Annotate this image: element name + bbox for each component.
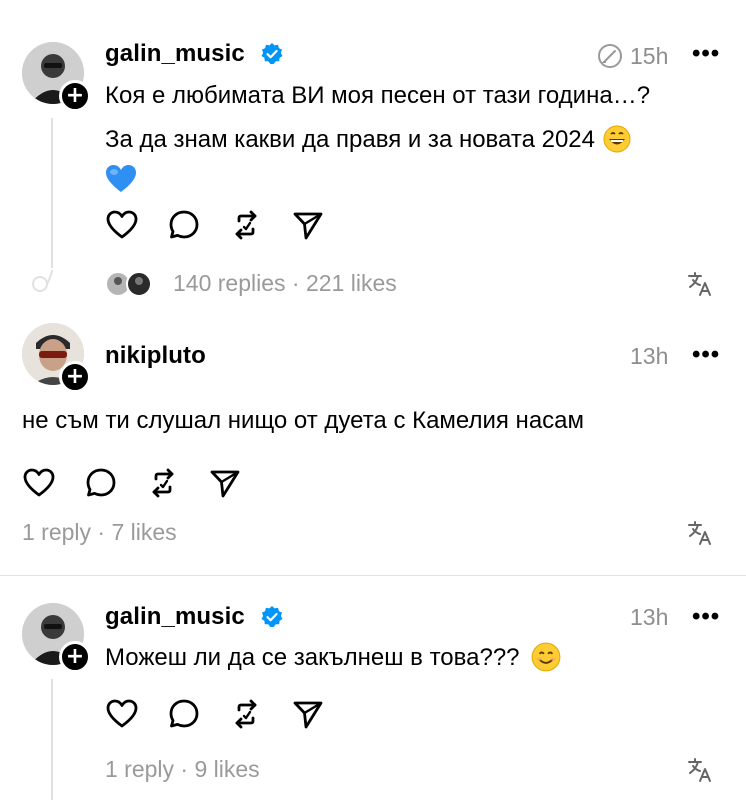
action-bar (105, 208, 325, 242)
post-stats[interactable]: 1 reply · 7 likes (22, 519, 177, 546)
post-time: 13h (630, 604, 669, 630)
thread-line (51, 118, 53, 268)
post-time: 13h (630, 343, 669, 369)
follow-plus-icon[interactable]: + (59, 641, 91, 673)
reply-bubble-icon[interactable] (84, 466, 118, 500)
more-options-button[interactable]: ••• (692, 40, 720, 68)
follow-plus-icon[interactable]: + (59, 80, 91, 112)
post-stats[interactable]: 1 reply · 9 likes (105, 756, 260, 783)
thread-line (51, 679, 53, 800)
follow-plus-icon[interactable]: + (59, 361, 91, 393)
like-heart-icon[interactable] (105, 208, 139, 242)
reply-bubble-icon[interactable] (167, 208, 201, 242)
post-text-line-2: За да знам какви да правя и за новата 20… (105, 122, 725, 158)
verified-badge-icon (261, 43, 283, 64)
post-text: Коя е любимата ВИ моя песен от тази годи… (105, 78, 725, 196)
reply-avatars (105, 270, 157, 298)
username[interactable]: galin_music (105, 40, 245, 68)
more-options-button[interactable]: ••• (692, 341, 720, 369)
username[interactable]: nikipluto (105, 342, 206, 370)
action-bar (22, 466, 242, 500)
thread-loop-icon (32, 270, 53, 292)
share-send-icon[interactable] (291, 697, 325, 731)
post-text: не съм ти слушал нищо от дуета с Камелия… (22, 407, 585, 434)
repost-icon[interactable] (229, 208, 263, 242)
share-send-icon[interactable] (291, 208, 325, 242)
smiling-emoji-icon (531, 642, 561, 672)
share-send-icon[interactable] (208, 466, 242, 500)
more-options-button[interactable]: ••• (692, 603, 720, 631)
repost-icon[interactable] (229, 697, 263, 731)
divider (0, 575, 746, 576)
edited-icon (598, 44, 622, 68)
post-text-line: За да знам какви да правя и за новата 20… (105, 126, 595, 153)
grinning-emoji-icon (603, 125, 631, 153)
post-text: Можеш ли да се закълнеш в това??? (105, 640, 725, 676)
repost-icon[interactable] (146, 466, 180, 500)
blue-heart-emoji-icon (106, 164, 136, 192)
reply-bubble-icon[interactable] (167, 697, 201, 731)
username[interactable]: galin_music (105, 603, 245, 631)
like-heart-icon[interactable] (22, 466, 56, 500)
post-text-line: Можеш ли да се закълнеш в това??? (105, 644, 520, 671)
post-stats[interactable]: 140 replies · 221 likes (173, 270, 397, 297)
action-bar (105, 697, 325, 731)
verified-badge-icon (261, 606, 283, 627)
post-text-line-3 (105, 160, 725, 196)
like-heart-icon[interactable] (105, 697, 139, 731)
post-text-line: Коя е любимата ВИ моя песен от тази годи… (105, 82, 651, 109)
post-time: 15h (630, 43, 669, 69)
translate-icon[interactable] (686, 270, 714, 298)
translate-icon[interactable] (686, 519, 714, 547)
translate-icon[interactable] (686, 756, 714, 784)
